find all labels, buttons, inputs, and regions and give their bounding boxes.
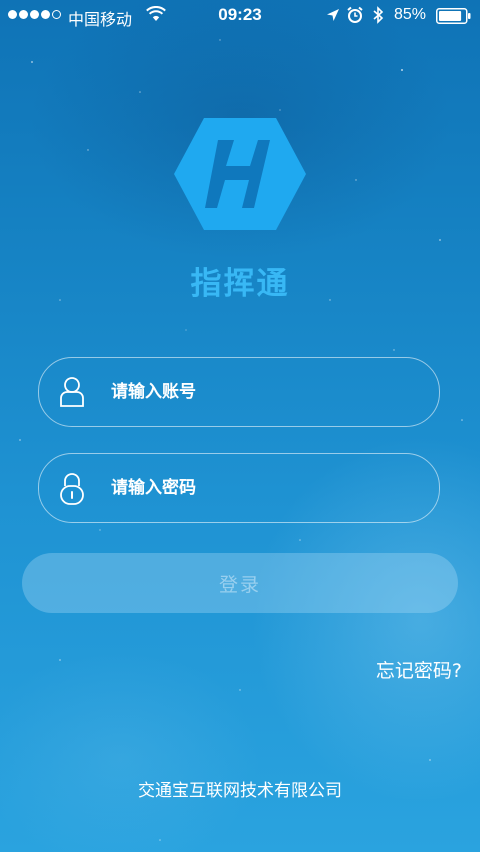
status-bar: 中国移动 09:23 85%	[0, 0, 480, 32]
password-field[interactable]	[38, 453, 440, 523]
login-button[interactable]: 登录	[22, 553, 458, 613]
bluetooth-icon	[373, 6, 384, 24]
app-title: 指挥通	[190, 266, 290, 302]
alarm-icon	[347, 6, 363, 23]
user-icon	[60, 377, 84, 407]
battery-icon	[436, 8, 471, 24]
password-input[interactable]	[109, 454, 423, 522]
account-field[interactable]	[38, 357, 440, 427]
forgot-password-link[interactable]: 忘记密码?	[376, 656, 462, 683]
location-icon	[327, 9, 339, 21]
app-logo	[174, 118, 306, 230]
lock-icon	[60, 473, 84, 505]
company-footer: 交通宝互联网技术有限公司	[138, 781, 342, 801]
battery-percentage: 85%	[394, 6, 427, 23]
account-input[interactable]	[109, 358, 423, 426]
